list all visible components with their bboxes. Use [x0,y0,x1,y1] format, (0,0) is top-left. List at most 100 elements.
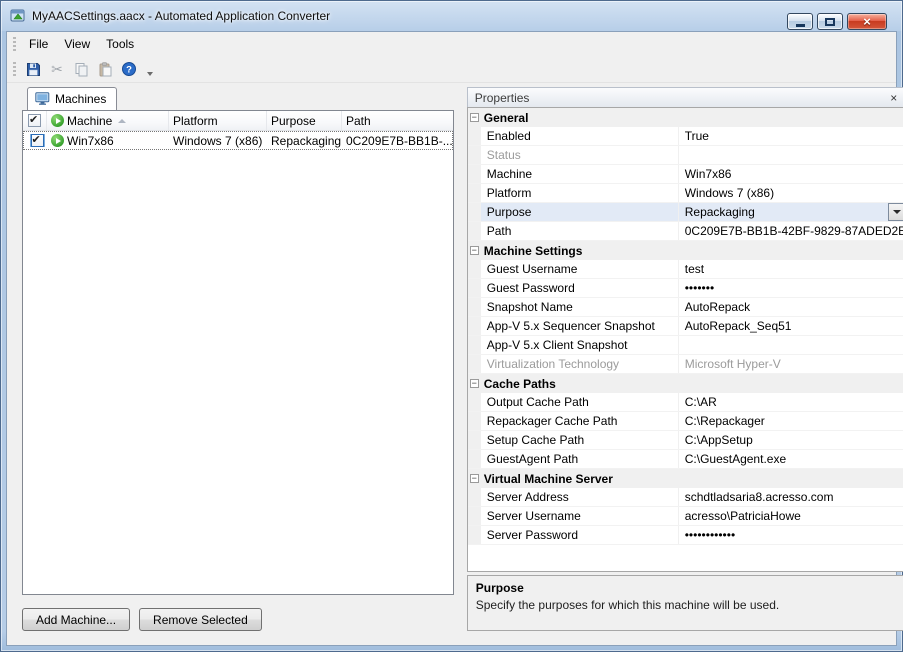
menu-tools[interactable]: Tools [98,34,142,54]
row-gutter [468,317,481,335]
property-value[interactable]: 0C209E7B-BB1B-42BF-9829-87ADED2E [679,222,903,240]
row-gutter [468,431,481,449]
cut-button[interactable]: ✂ [45,58,69,81]
column-machine-label: Machine [67,114,112,128]
property-row[interactable]: PlatformWindows 7 (x86) [468,184,903,203]
property-row[interactable]: App-V 5.x Sequencer SnapshotAutoRepack_S… [468,317,903,336]
property-row[interactable]: Server Addressschdtladsaria8.acresso.com [468,488,903,507]
monitor-icon [35,92,50,105]
property-category[interactable]: −Machine Settings [468,241,903,260]
menu-file[interactable]: File [21,34,56,54]
property-label: Status [481,146,679,164]
property-value[interactable]: acresso\PatriciaHowe [679,507,903,525]
property-row[interactable]: Snapshot NameAutoRepack [468,298,903,317]
property-value[interactable]: C:\Repackager [679,412,903,430]
property-row[interactable]: Server Usernameacresso\PatriciaHowe [468,507,903,526]
titlebar[interactable]: MyAACSettings.aacx - Automated Applicati… [6,1,897,31]
property-row[interactable]: Virtualization TechnologyMicrosoft Hyper… [468,355,903,374]
menu-view[interactable]: View [56,34,98,54]
maximize-icon [825,18,835,26]
property-value[interactable]: ••••••• [679,279,903,297]
property-label: Server Address [481,488,679,506]
copy-button[interactable] [69,58,93,81]
minimize-button[interactable] [787,13,813,30]
property-label: Repackager Cache Path [481,412,679,430]
property-label: Enabled [481,127,679,145]
toolbar-overflow-button[interactable] [143,58,156,80]
property-value[interactable]: True [679,127,903,145]
property-category[interactable]: −General [468,108,903,127]
row-gutter [468,184,481,202]
dropdown-button[interactable] [888,203,903,221]
column-header-machine[interactable]: Machine [47,111,169,130]
close-button[interactable]: × [847,13,887,30]
property-value[interactable]: test [679,260,903,278]
property-value[interactable] [679,336,903,354]
machine-checkbox[interactable] [23,134,47,147]
property-row[interactable]: Server Password•••••••••••• [468,526,903,545]
property-value[interactable]: Repackaging [679,203,903,221]
property-row[interactable]: EnabledTrue [468,127,903,146]
property-value[interactable]: C:\AppSetup [679,431,903,449]
machine-row[interactable]: Win7x86Windows 7 (x86)Repackaging0C209E7… [23,131,453,150]
app-icon [10,8,26,24]
collapse-icon[interactable]: − [470,379,479,388]
tab-machines[interactable]: Machines [27,87,117,110]
property-value[interactable]: Win7x86 [679,165,903,183]
column-header-purpose[interactable]: Purpose [267,111,342,130]
property-value[interactable]: AutoRepack [679,298,903,316]
property-value[interactable] [679,146,903,164]
paste-button[interactable] [93,58,117,81]
properties-title: Properties [475,91,530,105]
property-label: Setup Cache Path [481,431,679,449]
collapse-icon[interactable]: − [470,113,479,122]
property-row[interactable]: Repackager Cache PathC:\Repackager [468,412,903,431]
status-play-icon [51,114,64,127]
category-label: General [484,111,529,125]
property-value[interactable]: C:\AR [679,393,903,411]
column-header-platform[interactable]: Platform [169,111,267,130]
sort-ascending-icon [118,119,126,123]
property-row[interactable]: Setup Cache PathC:\AppSetup [468,431,903,450]
property-row[interactable]: Status [468,146,903,165]
maximize-button[interactable] [817,13,843,30]
select-all-checkbox[interactable] [23,111,47,130]
property-row[interactable]: Path0C209E7B-BB1B-42BF-9829-87ADED2E [468,222,903,241]
column-header-path[interactable]: Path [342,111,453,130]
property-row[interactable]: PurposeRepackaging [468,203,903,222]
property-grid: −GeneralEnabledTrueStatusMachineWin7x86P… [467,107,903,572]
property-row[interactable]: MachineWin7x86 [468,165,903,184]
property-category[interactable]: −Virtual Machine Server [468,469,903,488]
collapse-icon[interactable]: − [470,474,479,483]
machine-path: 0C209E7B-BB1B-... [342,134,453,148]
property-value[interactable]: schdtladsaria8.acresso.com [679,488,903,506]
property-row[interactable]: Output Cache PathC:\AR [468,393,903,412]
property-label: Guest Username [481,260,679,278]
property-row[interactable]: Guest Password••••••• [468,279,903,298]
add-machine-button[interactable]: Add Machine... [22,608,130,631]
collapse-icon[interactable]: − [470,246,479,255]
row-gutter [468,412,481,430]
property-value[interactable]: C:\GuestAgent.exe [679,450,903,468]
row-gutter [468,450,481,468]
machine-actions: Add Machine... Remove Selected [22,595,454,631]
property-value[interactable]: •••••••••••• [679,526,903,544]
save-button[interactable] [21,58,45,81]
help-button[interactable]: ? [117,58,141,81]
remove-selected-button[interactable]: Remove Selected [139,608,262,631]
svg-text:?: ? [126,65,132,76]
property-row[interactable]: GuestAgent PathC:\GuestAgent.exe [468,450,903,469]
close-icon: × [863,15,871,28]
property-category[interactable]: −Cache Paths [468,374,903,393]
close-panel-icon[interactable]: × [888,91,899,105]
property-value[interactable]: AutoRepack_Seq51 [679,317,903,335]
property-value[interactable]: Windows 7 (x86) [679,184,903,202]
row-gutter [468,146,481,164]
property-row[interactable]: App-V 5.x Client Snapshot [468,336,903,355]
property-value[interactable]: Microsoft Hyper-V [679,355,903,373]
property-row[interactable]: Guest Usernametest [468,260,903,279]
machines-panel: Machines Machine Platform Purpose Path [22,87,454,631]
machine-platform: Windows 7 (x86) [169,134,267,148]
row-gutter [468,127,481,145]
tab-strip: Machines [22,87,454,110]
